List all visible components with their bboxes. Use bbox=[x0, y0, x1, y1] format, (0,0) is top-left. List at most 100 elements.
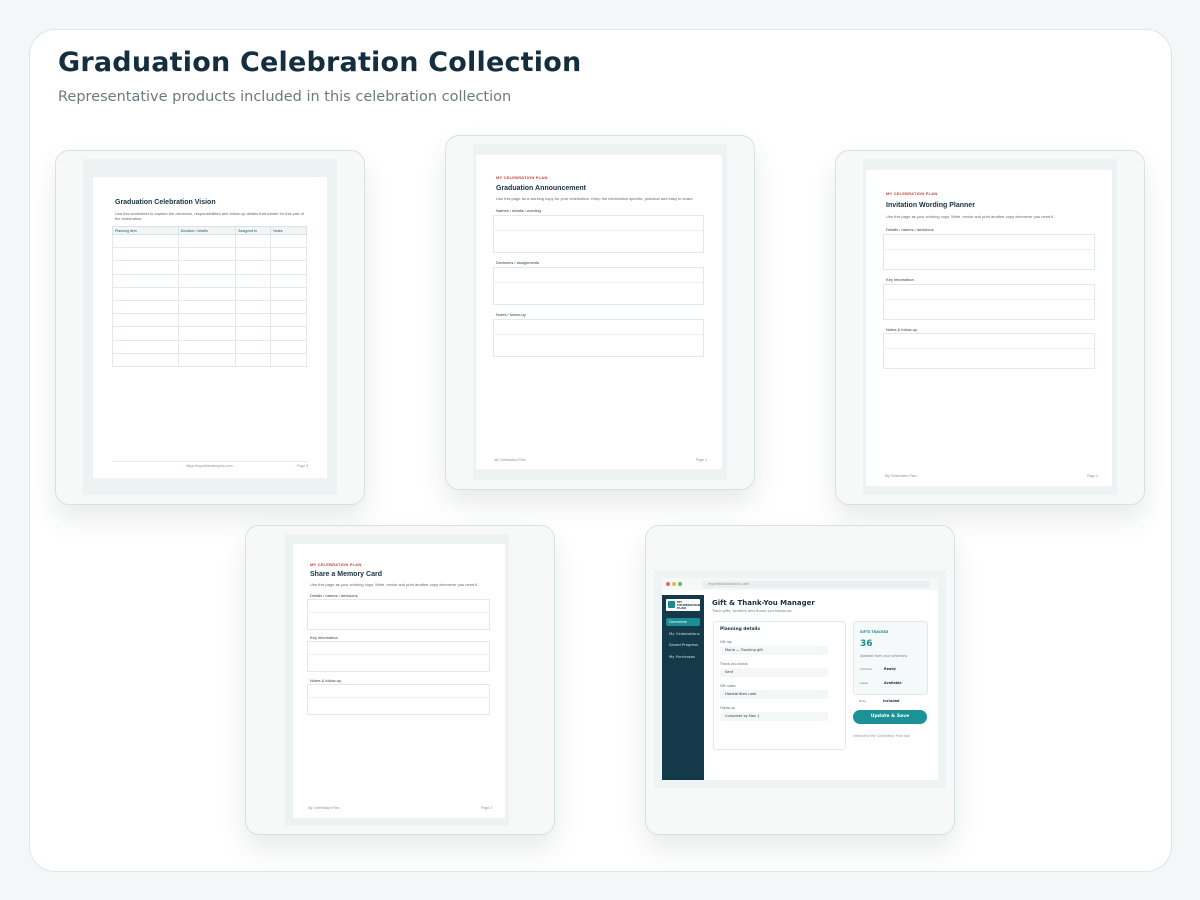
worksheet-page: MY CELEBRATION PLAN Graduation Announcem… bbox=[476, 155, 722, 469]
app-sidebar: MY CELEBRATION PLAN Overview My Celebrat… bbox=[662, 595, 704, 780]
brand-label: MY CELEBRATION PLAN bbox=[496, 175, 548, 180]
footer-brand: My Celebration Plan bbox=[885, 474, 917, 478]
section-label: Details / names / decisions bbox=[886, 227, 934, 232]
follow-up-field[interactable]: Complete by Nov 1 bbox=[720, 712, 828, 721]
section-label: Notes & follow-up bbox=[310, 678, 342, 683]
table-row bbox=[112, 247, 307, 262]
worksheet-title: Graduation Announcement bbox=[496, 185, 586, 192]
table-row bbox=[112, 260, 307, 275]
gift-notes-field[interactable]: Handwritten note bbox=[720, 690, 828, 699]
nav-item-overview[interactable]: Overview bbox=[666, 618, 700, 626]
writing-box bbox=[307, 599, 490, 630]
worksheet-description: Use this worksheet to capture the decisi… bbox=[115, 211, 304, 222]
status-key: Address bbox=[860, 667, 872, 671]
field-label: Gift notes bbox=[720, 684, 736, 688]
table-row bbox=[112, 313, 307, 328]
status-key: Note bbox=[859, 699, 867, 703]
maximize-dot-icon bbox=[678, 582, 682, 586]
nav-item-my-celebrations[interactable]: My Celebrations bbox=[666, 630, 700, 638]
table-row bbox=[112, 339, 307, 354]
footer-page-number: Page 2 bbox=[481, 806, 493, 810]
worksheet-page: MY CELEBRATION PLAN Invitation Wording P… bbox=[866, 170, 1112, 486]
table-row bbox=[112, 299, 307, 315]
close-dot-icon bbox=[666, 582, 670, 586]
nav-item-my-purchases[interactable]: My Purchases bbox=[666, 653, 700, 661]
writing-box bbox=[883, 333, 1095, 369]
footer-page-number: Page 2 bbox=[1087, 474, 1099, 478]
worksheet-title: Invitation Wording Planner bbox=[886, 202, 975, 209]
section-label: Key information bbox=[886, 277, 914, 282]
brand-label: MY CELEBRATION PLAN bbox=[310, 562, 362, 567]
field-label: Gift log bbox=[720, 640, 732, 644]
worksheet-title: Graduation Celebration Vision bbox=[115, 199, 216, 206]
planning-table: Planning item Decision / details Assigne… bbox=[112, 226, 307, 367]
stat-label: GIFTS TRACKED bbox=[860, 630, 889, 634]
brand-label: MY CELEBRATION PLAN bbox=[886, 191, 938, 196]
footer-divider bbox=[112, 461, 308, 462]
address-bar: mycelebrationplan.com bbox=[702, 580, 930, 588]
footer-url: https://mycelebrationplan.com bbox=[186, 464, 233, 468]
thank-you-status-field[interactable]: Sent bbox=[720, 668, 828, 677]
section-label: Notes & follow-up bbox=[886, 327, 918, 332]
table-row bbox=[112, 233, 307, 249]
table-row bbox=[112, 352, 307, 367]
app-title: Gift & Thank-You Manager bbox=[712, 599, 815, 607]
footer-brand: My Celebration Plan bbox=[308, 806, 340, 810]
stat-description: Updated from your selections bbox=[860, 654, 908, 658]
app-subtitle: Track gifts, senders and thank-you follo… bbox=[712, 609, 793, 613]
app-window: MY CELEBRATION PLAN Overview My Celebrat… bbox=[662, 590, 938, 780]
table-row bbox=[112, 273, 307, 288]
logo-text: MY CELEBRATION PLAN bbox=[677, 600, 701, 611]
worksheet-page: MY CELEBRATION PLAN Share a Memory Card … bbox=[293, 544, 505, 818]
panel-title: Planning details bbox=[720, 627, 761, 632]
app-footer-note: Interactive My Celebration Plan tool bbox=[853, 734, 911, 738]
status-value: Ready bbox=[884, 667, 896, 671]
column-header: Notes bbox=[270, 226, 307, 235]
product-card-memory[interactable]: MY CELEBRATION PLAN Share a Memory Card … bbox=[245, 525, 555, 835]
worksheet-description: Use this page as your working copy. Writ… bbox=[886, 214, 1055, 219]
app-logo: MY CELEBRATION PLAN bbox=[666, 599, 700, 611]
writing-box bbox=[493, 267, 704, 305]
worksheet-title: Share a Memory Card bbox=[310, 571, 382, 578]
writing-box bbox=[307, 684, 490, 715]
status-value: Available bbox=[884, 681, 902, 685]
browser-window: mycelebrationplan.com MY CELEBRATION PLA… bbox=[654, 570, 946, 788]
stat-value: 36 bbox=[860, 639, 873, 649]
writing-box bbox=[883, 284, 1095, 320]
nav-item-saved-progress[interactable]: Saved Progress bbox=[666, 641, 700, 649]
worksheet-description: Use this page as a working copy for your… bbox=[496, 196, 694, 201]
writing-box bbox=[307, 641, 490, 672]
footer-page-number: Page 3 bbox=[297, 464, 309, 468]
writing-box bbox=[493, 319, 704, 357]
writing-box bbox=[883, 234, 1095, 270]
column-header: Decision / details bbox=[177, 226, 237, 235]
column-header: Assigned to bbox=[235, 226, 272, 235]
section-label: Decisions / assignments bbox=[496, 260, 540, 265]
worksheet-page: Graduation Celebration Vision Use this w… bbox=[93, 177, 327, 478]
status-value: Included bbox=[883, 699, 900, 703]
status-key: Label bbox=[860, 681, 869, 685]
writing-box bbox=[493, 215, 704, 253]
planning-details-panel: Planning details Gift log Maria — Tracki… bbox=[713, 621, 846, 750]
field-label: Follow-up bbox=[720, 706, 736, 710]
product-card-gift-manager[interactable]: mycelebrationplan.com MY CELEBRATION PLA… bbox=[645, 525, 955, 835]
page-title: Graduation Celebration Collection bbox=[58, 47, 582, 78]
minimize-dot-icon bbox=[672, 582, 676, 586]
section-label: Details / names / decisions bbox=[310, 593, 358, 598]
table-row bbox=[112, 326, 307, 341]
product-card-announcement[interactable]: MY CELEBRATION PLAN Graduation Announcem… bbox=[445, 135, 755, 490]
logo-mark-icon bbox=[668, 601, 675, 608]
product-card-vision[interactable]: Graduation Celebration Vision Use this w… bbox=[55, 150, 365, 505]
column-header: Planning item bbox=[112, 226, 179, 235]
section-label: Notes / follow-up bbox=[496, 312, 526, 317]
browser-toolbar: mycelebrationplan.com bbox=[662, 578, 938, 590]
section-label: Key information bbox=[310, 635, 338, 640]
page-subtitle: Representative products included in this… bbox=[58, 89, 512, 105]
footer-page-number: Page 2 bbox=[696, 458, 708, 462]
gifts-tracked-stat: GIFTS TRACKED 36 Updated from your selec… bbox=[853, 621, 928, 695]
gift-log-field[interactable]: Maria — Tracking gift bbox=[720, 646, 828, 655]
product-card-invitation[interactable]: MY CELEBRATION PLAN Invitation Wording P… bbox=[835, 150, 1145, 505]
update-save-button[interactable]: Update & Save bbox=[853, 710, 927, 724]
footer-brand: My Celebration Plan bbox=[494, 458, 526, 462]
table-row bbox=[112, 286, 307, 301]
